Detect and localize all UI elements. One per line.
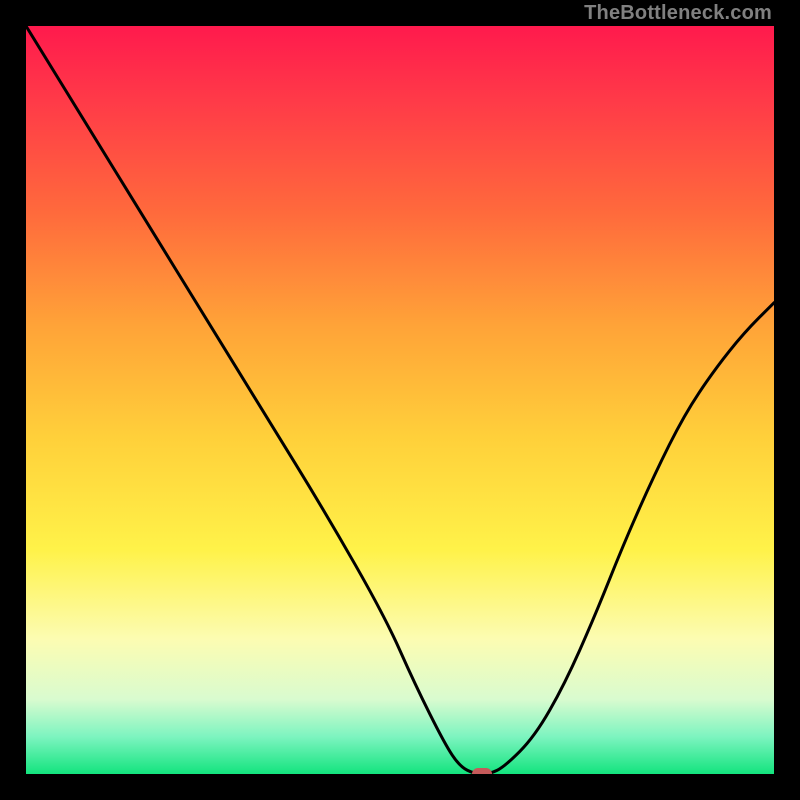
plot-area (26, 26, 774, 774)
optimal-marker (472, 768, 492, 774)
bottleneck-curve (26, 26, 774, 774)
watermark-text: TheBottleneck.com (584, 2, 772, 25)
chart-frame: TheBottleneck.com (0, 0, 800, 800)
